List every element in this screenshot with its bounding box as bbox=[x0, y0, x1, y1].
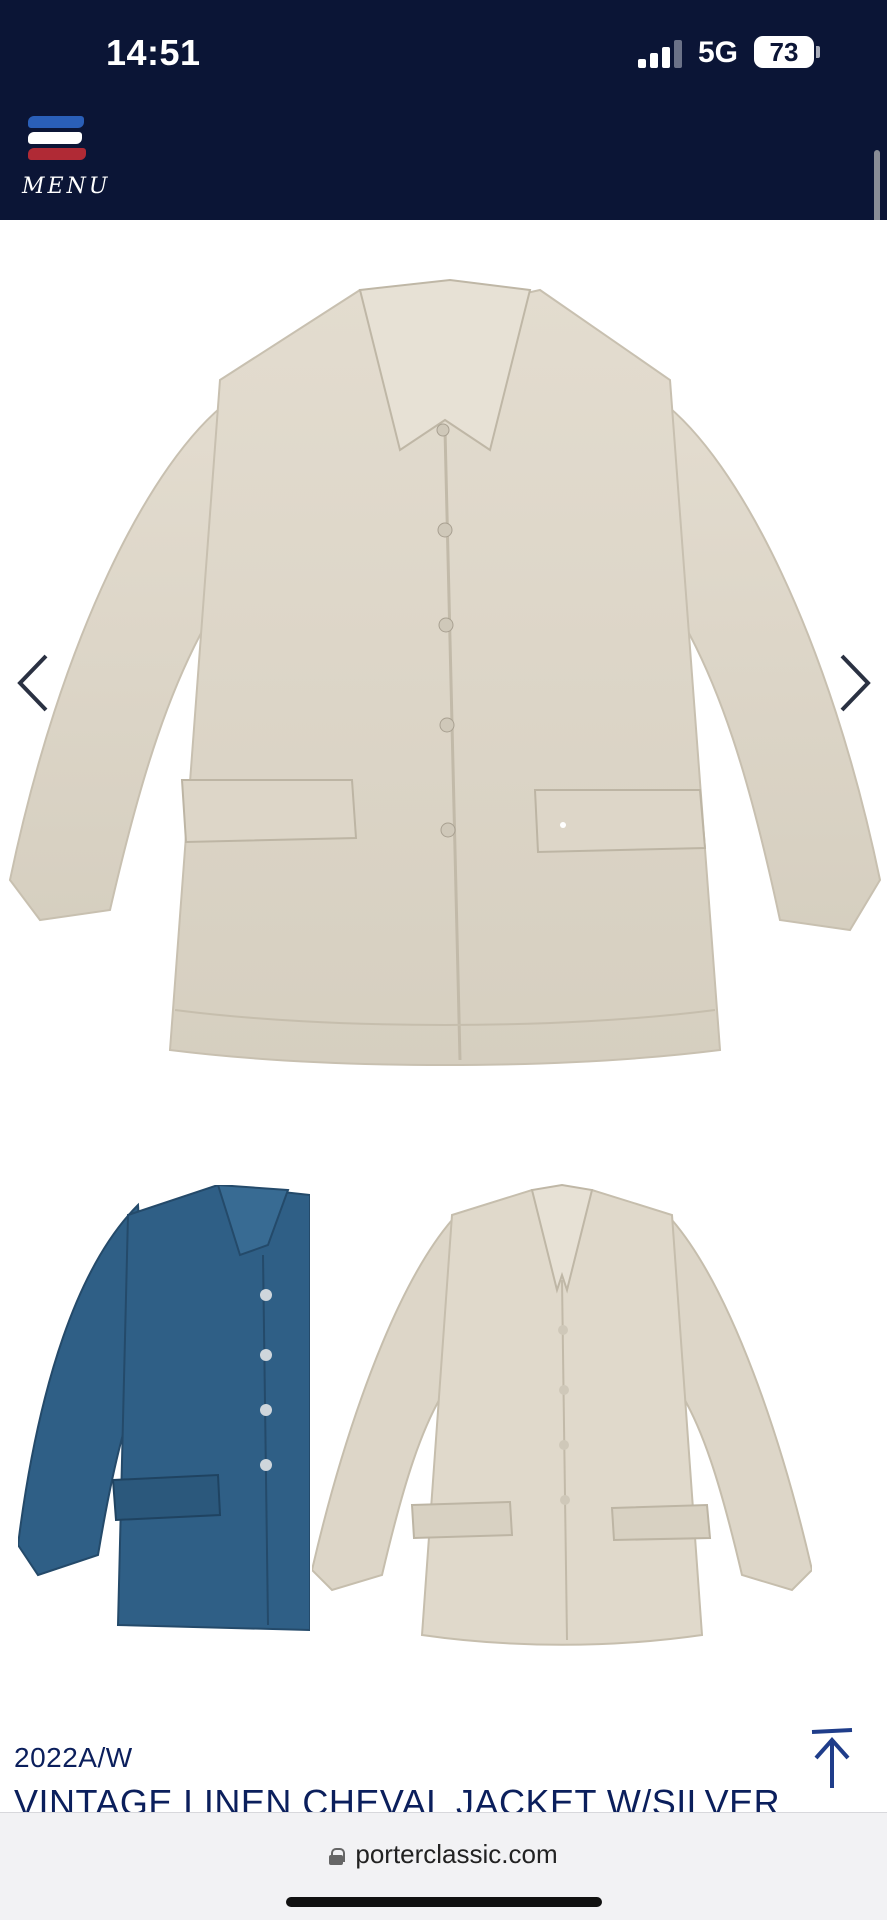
lock-icon bbox=[329, 1848, 346, 1865]
chevron-right-icon bbox=[840, 654, 871, 712]
arrow-up-icon bbox=[811, 1728, 853, 1788]
address-bar[interactable]: porterclassic.com bbox=[0, 1839, 887, 1870]
season-label: 2022A/W bbox=[14, 1742, 133, 1773]
browser-bottom-bar: porterclassic.com bbox=[0, 1812, 887, 1920]
top-bar: 14:51 5G 73 MENU bbox=[0, 0, 887, 220]
signal-icon bbox=[638, 40, 684, 68]
url-text: porterclassic.com bbox=[355, 1839, 558, 1869]
product-title: VINTAGE LINEN CHEVAL JACKET W/SILVER bbox=[14, 1782, 781, 1814]
chevron-left-icon bbox=[17, 654, 48, 712]
status-time: 14:51 bbox=[106, 32, 201, 73]
prev-image-button[interactable] bbox=[14, 650, 54, 716]
back-to-top-button[interactable] bbox=[806, 1726, 858, 1792]
main-product-image[interactable] bbox=[0, 220, 887, 1100]
next-image-button[interactable] bbox=[834, 650, 874, 716]
battery-tip bbox=[816, 46, 820, 58]
menu-label: MENU bbox=[22, 174, 111, 199]
menu-button[interactable]: MENU bbox=[18, 112, 107, 206]
home-indicator[interactable] bbox=[286, 1897, 602, 1907]
logo-stripes-icon bbox=[28, 116, 86, 166]
network-type: 5G bbox=[698, 36, 739, 69]
battery-icon: 73 bbox=[754, 36, 814, 68]
thumbnail-blue-jacket[interactable] bbox=[18, 1185, 310, 1645]
thumbnail-natural-jacket[interactable] bbox=[312, 1180, 812, 1650]
